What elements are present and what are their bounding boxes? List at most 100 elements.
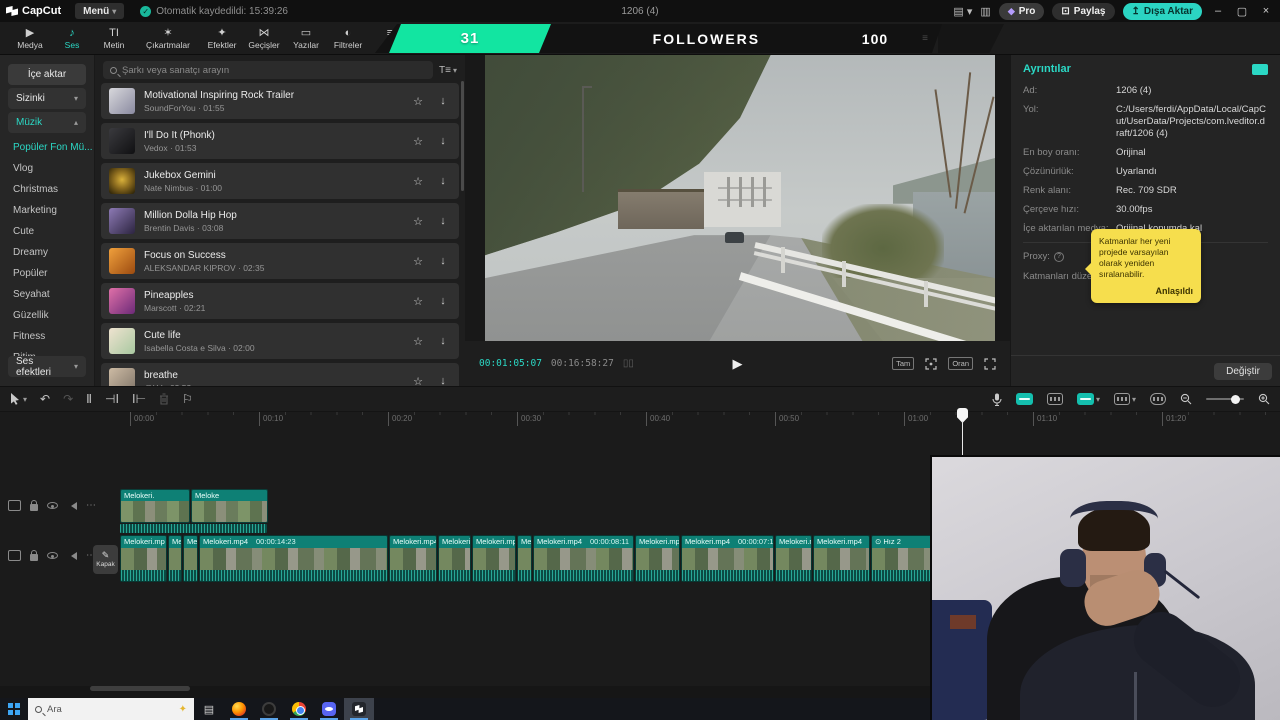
timeline-zoom-slider[interactable] <box>1206 394 1244 404</box>
zoom-out-icon[interactable] <box>1180 393 1192 405</box>
video-clip[interactable]: Mek <box>517 535 532 582</box>
mute-icon[interactable] <box>67 501 77 510</box>
help-icon[interactable]: ? <box>1053 251 1064 262</box>
focus-icon[interactable] <box>925 357 937 370</box>
fit-button[interactable]: Tam <box>892 357 915 370</box>
toolbar-item[interactable]: ✶ Çıkartmalar <box>136 27 200 50</box>
marker-flag-icon[interactable]: ⚐ <box>182 392 193 406</box>
overlay-clip[interactable]: Meloke <box>191 489 268 523</box>
music-track-row[interactable]: Focus on Success ALEKSANDAR KIPROV · 02:… <box>101 243 459 279</box>
taskbar-firefox[interactable] <box>224 698 254 720</box>
music-track-row[interactable]: Motivational Inspiring Rock Trailer Soun… <box>101 83 459 119</box>
pro-button[interactable]: ◆ Pro <box>998 2 1045 20</box>
music-scrollbar[interactable] <box>461 81 464 191</box>
favorite-star-icon[interactable]: ☆ <box>410 295 426 308</box>
toolbar-item[interactable]: ▭ Yazılar <box>286 27 326 50</box>
taskbar-chrome[interactable] <box>284 698 314 720</box>
delete-left-icon[interactable]: ⊣Ⅰ <box>105 392 119 406</box>
zoom-in-icon[interactable] <box>1258 393 1270 405</box>
taskbar-discord[interactable] <box>314 698 344 720</box>
video-preview[interactable] <box>485 55 995 341</box>
play-button[interactable]: ▶ <box>733 356 743 372</box>
music-track-row[interactable]: Cute life Isabella Costa e Silva · 02:00… <box>101 323 459 359</box>
music-track-row[interactable]: Jukebox Gemini Nate Nimbus · 01:00 ☆ ↓ <box>101 163 459 199</box>
export-button[interactable]: ↥ Dışa Aktar <box>1122 2 1202 20</box>
video-clip[interactable]: Me <box>183 535 198 582</box>
video-clip[interactable]: Melokeri.mp4 <box>635 535 680 582</box>
hide-track-icon[interactable] <box>47 552 58 559</box>
toolbar-item[interactable]: ✦ Efektler <box>202 27 242 50</box>
toolbar-item[interactable]: TI Metin <box>94 27 134 50</box>
video-clip[interactable]: Melokeri.mp4 <box>472 535 516 582</box>
music-track-row[interactable]: breathe @LV · 03:53 ☆ ↓ <box>101 363 459 386</box>
music-search-box[interactable] <box>103 61 434 79</box>
download-icon[interactable]: ↓ <box>435 375 451 386</box>
close-button[interactable]: × <box>1258 5 1274 17</box>
zoom-slider-knob[interactable] <box>1231 394 1240 404</box>
auto-ripple-icon[interactable]: ▾ <box>1113 393 1136 405</box>
yours-dropdown[interactable]: Sizinki ▾ <box>8 88 86 109</box>
undo-icon[interactable]: ↶ <box>40 392 50 406</box>
tooltip-ok-button[interactable]: Anlaşıldı <box>1099 286 1193 297</box>
download-icon[interactable]: ↓ <box>435 175 451 187</box>
delete-icon[interactable] <box>159 393 169 405</box>
music-category-item[interactable]: Vlog <box>0 158 94 179</box>
taskbar-search-input[interactable] <box>47 703 147 715</box>
lock-icon[interactable] <box>30 500 38 511</box>
split-icon[interactable]: Ⅱ <box>86 392 92 406</box>
favorite-star-icon[interactable]: ☆ <box>410 175 426 188</box>
taskbar-search[interactable]: ✦ <box>28 698 194 720</box>
taskbar-capcut[interactable] <box>344 698 374 720</box>
music-category-item[interactable]: Güzellik <box>0 305 94 326</box>
fullscreen-icon[interactable] <box>984 357 996 370</box>
download-icon[interactable]: ↓ <box>435 335 451 347</box>
layout-switch-icon[interactable]: ▤ ▾ <box>953 5 972 18</box>
record-voice-icon[interactable] <box>992 393 1002 406</box>
cover-button[interactable]: ✎ Kapak <box>93 545 118 574</box>
favorite-star-icon[interactable]: ☆ <box>410 375 426 387</box>
music-track-row[interactable]: Pineapples Marscott · 02:21 ☆ ↓ <box>101 283 459 319</box>
music-category-item[interactable]: Christmas <box>0 179 94 200</box>
music-dropdown[interactable]: Müzik ▴ <box>8 112 86 133</box>
preview-axis-icon[interactable] <box>1150 393 1166 405</box>
link-clips-icon[interactable] <box>1015 393 1033 405</box>
mute-icon[interactable] <box>67 551 77 560</box>
toolbar-item[interactable]: ♪ Ses <box>52 27 92 50</box>
panel-toggle-icon[interactable] <box>1252 63 1268 75</box>
favorite-star-icon[interactable]: ☆ <box>410 255 426 268</box>
taskbar-app-dark[interactable] <box>254 698 284 720</box>
ratio-button[interactable]: Oran <box>948 357 973 370</box>
maximize-button[interactable]: ▢ <box>1234 5 1250 18</box>
favorite-star-icon[interactable]: ☆ <box>410 335 426 348</box>
video-clip[interactable]: Melokeri.mp <box>120 535 167 582</box>
video-clip[interactable]: Melokeri.mp <box>775 535 812 582</box>
change-button[interactable]: Değiştir <box>1214 362 1272 380</box>
download-icon[interactable]: ↓ <box>435 295 451 307</box>
music-category-item[interactable]: Cute <box>0 221 94 242</box>
menu-button[interactable]: Menü ▾ <box>75 3 125 19</box>
music-search-input[interactable] <box>122 64 427 76</box>
music-category-item[interactable]: Popüler <box>0 263 94 284</box>
music-category-item[interactable]: Dreamy <box>0 242 94 263</box>
timeline-ruler[interactable]: 00:00 00:10 00:20 00:30 00:40 00:50 01:00 01:10… <box>130 412 1280 426</box>
video-clip[interactable]: Melokeri <box>438 535 471 582</box>
favorite-star-icon[interactable]: ☆ <box>410 215 426 228</box>
music-category-item[interactable]: Popüler Fon Mü... <box>0 137 94 158</box>
start-button[interactable] <box>0 698 28 720</box>
more-options-icon[interactable]: ⋯ <box>86 500 97 511</box>
overlay-clip[interactable]: Melokeri. <box>120 489 190 523</box>
video-clip[interactable]: Melokeri.mp4 00:00:14:23 <box>199 535 388 582</box>
video-clip[interactable]: Me <box>168 535 182 582</box>
minimize-button[interactable]: – <box>1210 5 1226 17</box>
magnetic-snap-icon[interactable]: ▾ <box>1076 393 1100 405</box>
select-cursor-icon[interactable]: ▾ <box>10 393 27 405</box>
download-icon[interactable]: ↓ <box>435 255 451 267</box>
share-button[interactable]: ⊡ Paylaş <box>1052 2 1115 20</box>
video-clip[interactable]: Melokeri.mp4 <box>389 535 437 582</box>
overlay-audio-waveform[interactable] <box>120 524 267 533</box>
task-view-button[interactable]: ▤ <box>194 698 224 720</box>
toolbar-item[interactable]: ▶ Medya <box>10 27 50 50</box>
download-icon[interactable]: ↓ <box>435 215 451 227</box>
favorite-star-icon[interactable]: ☆ <box>410 95 426 108</box>
layout-panel-icon[interactable]: ▥ <box>980 5 990 18</box>
